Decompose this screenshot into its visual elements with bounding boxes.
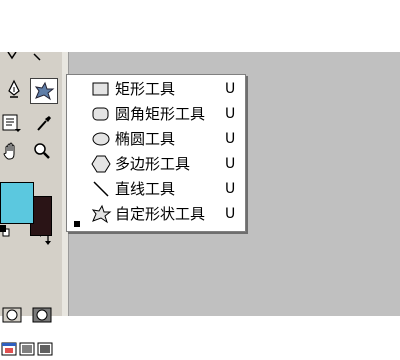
menu-item-line-tool[interactable]: 直线工具 U [67,177,245,202]
brush-tool-partial[interactable] [30,52,54,62]
menu-item-label: 圆角矩形工具 [115,105,206,123]
menu-item-custom-shape-tool[interactable]: 自定形状工具 U [67,202,245,227]
full-screen-menu-mode-button[interactable] [18,338,36,360]
standard-mode-button[interactable] [0,304,24,326]
menu-item-rounded-rectangle-tool[interactable]: 圆角矩形工具 U [67,102,245,127]
menu-item-shortcut: U [225,206,236,222]
hand-tool[interactable] [0,140,24,162]
menu-item-shortcut: U [225,181,236,197]
notes-tool[interactable] [0,112,24,134]
zoom-tool[interactable] [30,140,54,162]
menu-item-polygon-tool[interactable]: 多边形工具 U [67,152,245,177]
standard-screen-mode-button[interactable] [0,338,18,360]
menu-item-shortcut: U [225,81,236,97]
menu-item-label: 椭圆工具 [115,130,176,148]
menu-item-label: 直线工具 [115,180,176,198]
menu-item-label: 多边形工具 [115,155,191,173]
line-icon [89,179,113,199]
menu-item-shortcut: U [225,156,236,172]
menu-item-ellipse-tool[interactable]: 椭圆工具 U [67,127,245,152]
checked-bullet-icon [74,212,80,227]
rounded-rectangle-icon [89,104,113,124]
top-area [0,0,400,52]
foreground-color-swatch[interactable] [0,182,34,224]
menu-item-label: 自定形状工具 [115,205,206,223]
menu-item-shortcut: U [225,131,236,147]
menu-item-label: 矩形工具 [115,80,176,98]
default-colors-icon[interactable] [0,222,10,237]
pen-tool[interactable] [2,78,26,100]
quick-mask-mode-button[interactable] [30,304,54,326]
custom-shape-tool[interactable] [30,78,58,104]
eyedropper-tool[interactable] [32,112,56,134]
ellipse-icon [89,129,113,149]
menu-item-rectangle-tool[interactable]: 矩形工具 U [67,77,245,102]
move-tool[interactable] [2,52,26,62]
custom-shape-icon [89,204,113,224]
rectangle-icon [89,79,113,99]
shape-tools-flyout-menu: 矩形工具 U 圆角矩形工具 U 椭圆工具 U 多边形工具 U 直线工具 U 自定… [66,74,246,232]
polygon-icon [89,154,113,174]
menu-item-shortcut: U [225,106,236,122]
full-screen-mode-button[interactable] [36,338,54,360]
